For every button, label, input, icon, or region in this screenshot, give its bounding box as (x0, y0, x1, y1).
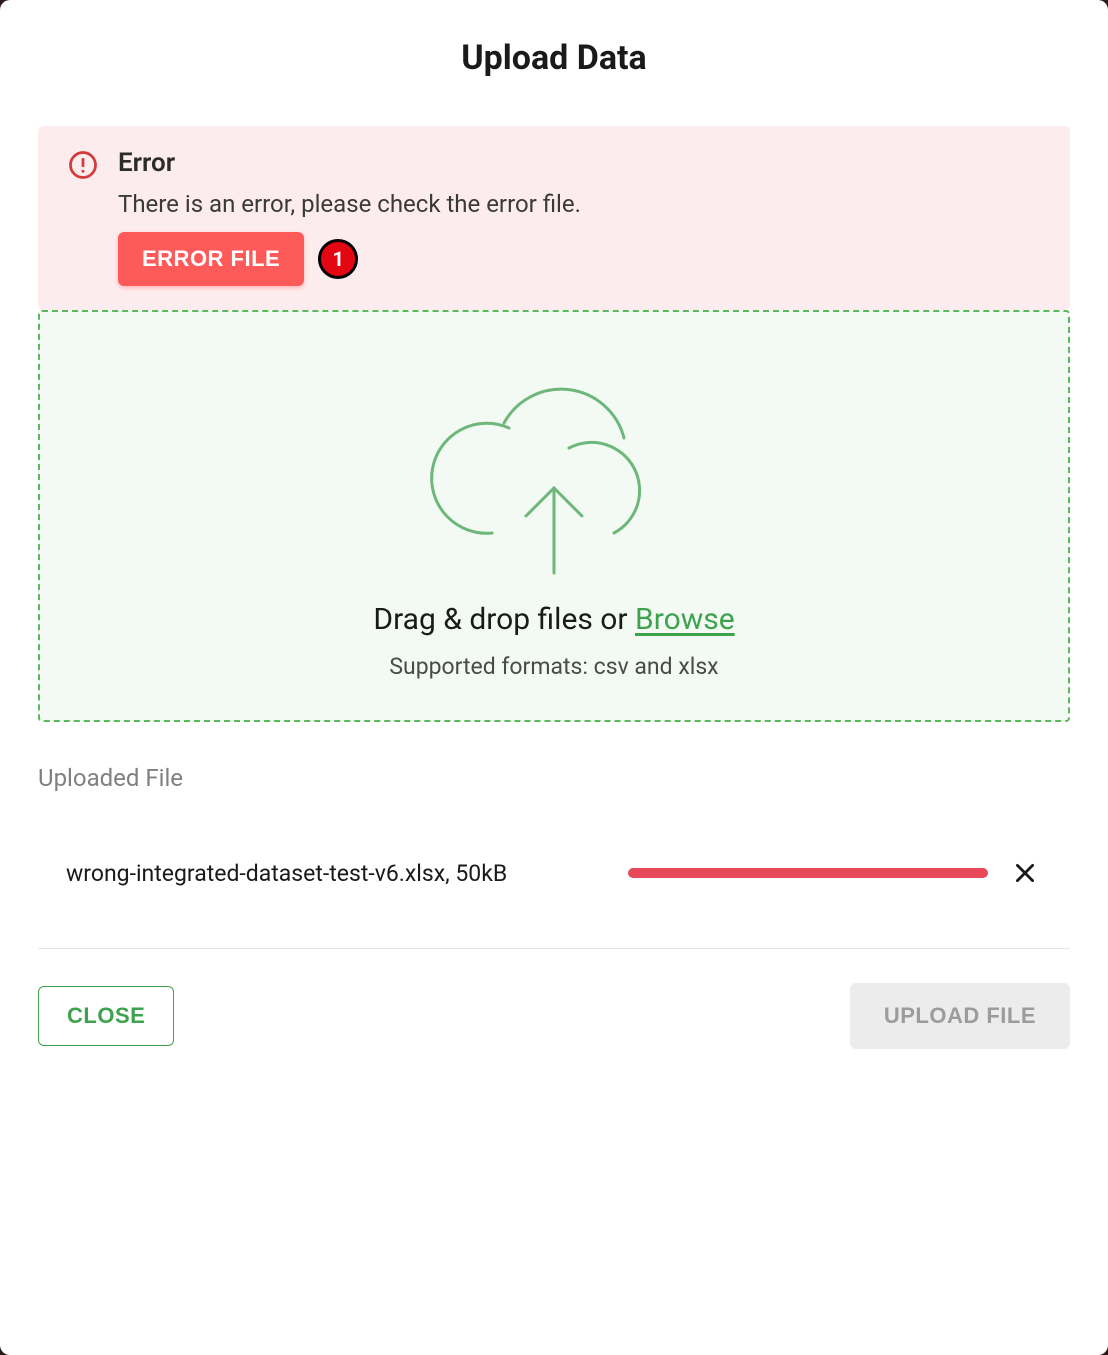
error-message: There is an error, please check the erro… (118, 190, 1044, 218)
upload-file-button[interactable]: UPLOAD FILE (850, 983, 1070, 1049)
dropzone-prompt-text: Drag & drop files or (373, 602, 635, 637)
error-banner: Error There is an error, please check th… (38, 126, 1070, 310)
cloud-upload-icon (414, 358, 694, 588)
close-icon (1012, 860, 1038, 886)
upload-data-modal: Upload Data Error There is an error, ple… (0, 0, 1108, 1355)
browse-link[interactable]: Browse (635, 602, 735, 637)
uploaded-file-name: wrong-integrated-dataset-test-v6.xlsx, 5… (66, 860, 507, 887)
close-button[interactable]: CLOSE (38, 986, 174, 1046)
uploaded-file-label: Uploaded File (38, 764, 1070, 792)
uploaded-file-row: wrong-integrated-dataset-test-v6.xlsx, 5… (38, 832, 1070, 914)
error-icon (68, 148, 98, 184)
modal-footer: CLOSE UPLOAD FILE (38, 949, 1070, 1083)
error-content: Error There is an error, please check th… (118, 148, 1044, 286)
modal-title: Upload Data (38, 38, 1070, 78)
supported-formats: Supported formats: csv and xlsx (389, 653, 718, 680)
error-title: Error (118, 148, 1044, 178)
file-dropzone[interactable]: Drag & drop files or Browse Supported fo… (38, 310, 1070, 722)
upload-progress-bar (628, 868, 988, 878)
remove-file-button[interactable] (1008, 856, 1042, 890)
error-file-button[interactable]: ERROR FILE (118, 232, 304, 286)
dropzone-prompt: Drag & drop files or Browse (373, 602, 734, 637)
upload-progress-wrap (527, 868, 988, 878)
error-count-badge: 1 (318, 239, 358, 279)
